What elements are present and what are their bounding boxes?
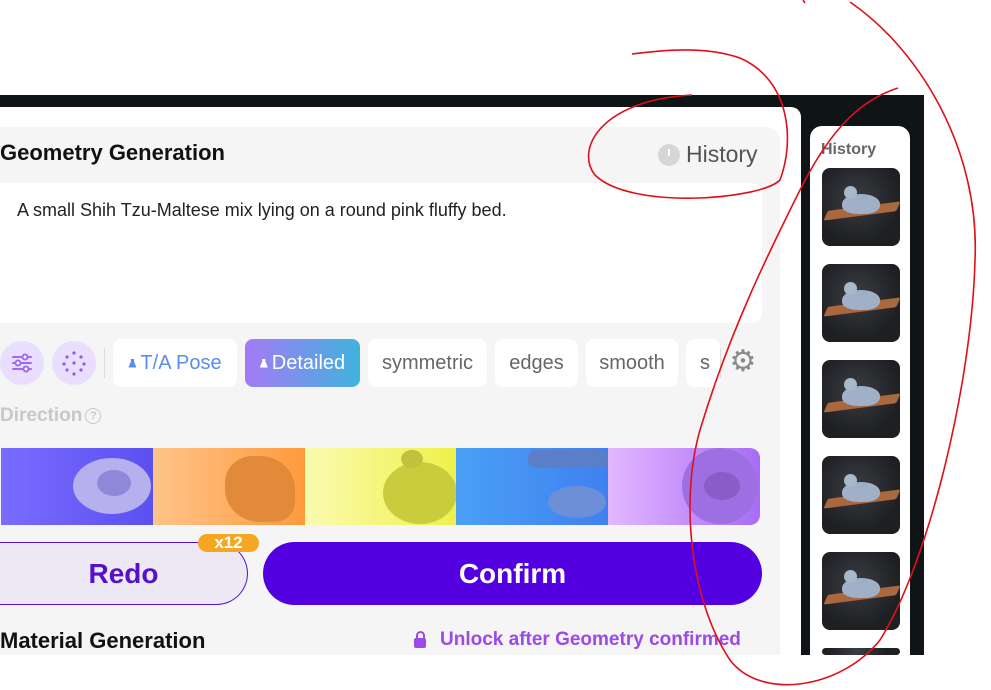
history-thumbnail[interactable] (822, 648, 900, 655)
history-thumbnail[interactable] (822, 360, 900, 438)
help-icon[interactable]: ? (85, 407, 102, 424)
material-lock-notice: Unlock after Geometry confirmed (414, 629, 741, 651)
toolbar-divider (104, 348, 105, 378)
direction-text: Direction (0, 405, 83, 426)
chip-symmetric[interactable]: symmetric (368, 339, 487, 387)
scatter-dots-icon[interactable] (52, 341, 96, 385)
history-sidebar-title: History (821, 141, 877, 158)
dog-image (224, 456, 295, 522)
sliders-icon[interactable] (0, 341, 44, 385)
dog-image (548, 486, 607, 518)
direction-option-top[interactable] (608, 448, 760, 525)
toolbar-divider (720, 348, 721, 378)
chip-truncated[interactable]: s (686, 339, 720, 387)
clock-icon (658, 143, 680, 166)
direction-option-front[interactable] (1, 448, 153, 525)
dog-image (97, 470, 131, 496)
redo-count-badge: x12 (198, 534, 259, 552)
direction-label: Direction? (0, 405, 102, 427)
dog-bed-image (528, 450, 609, 468)
chip-ta-pose[interactable]: T/A Pose (113, 339, 237, 387)
lock-icon (414, 631, 426, 648)
chip-edges[interactable]: edges (495, 339, 578, 387)
dog-bed-image (382, 462, 457, 524)
direction-option-back[interactable] (304, 448, 457, 525)
prompt-text[interactable]: A small Shih Tzu-Maltese mix lying on a … (17, 200, 507, 221)
geometry-title: Geometry Generation (0, 140, 225, 165)
gear-icon[interactable]: ⚙ (727, 346, 759, 378)
flask-icon (128, 358, 137, 368)
chip-smooth[interactable]: smooth (586, 339, 678, 387)
history-thumbnail[interactable] (822, 552, 900, 630)
direction-option-left[interactable] (152, 448, 305, 525)
chip-label: T/A Pose (140, 351, 222, 374)
direction-strip (1, 448, 760, 525)
dog-image (400, 450, 423, 468)
history-label: History (686, 141, 758, 167)
material-title: Material Generation (0, 628, 206, 653)
chip-label: Detailed (271, 351, 346, 374)
history-thumbnail[interactable] (822, 456, 900, 534)
direction-option-right[interactable] (456, 448, 609, 525)
flask-icon (259, 358, 268, 368)
dog-image (704, 472, 741, 500)
confirm-button[interactable]: Confirm (263, 542, 762, 605)
history-thumbnail[interactable] (822, 264, 900, 342)
history-thumbnail[interactable] (822, 168, 900, 246)
chip-detailed[interactable]: Detailed (245, 339, 360, 387)
history-button[interactable]: History (658, 141, 758, 168)
lock-text: Unlock after Geometry confirmed (440, 629, 741, 650)
